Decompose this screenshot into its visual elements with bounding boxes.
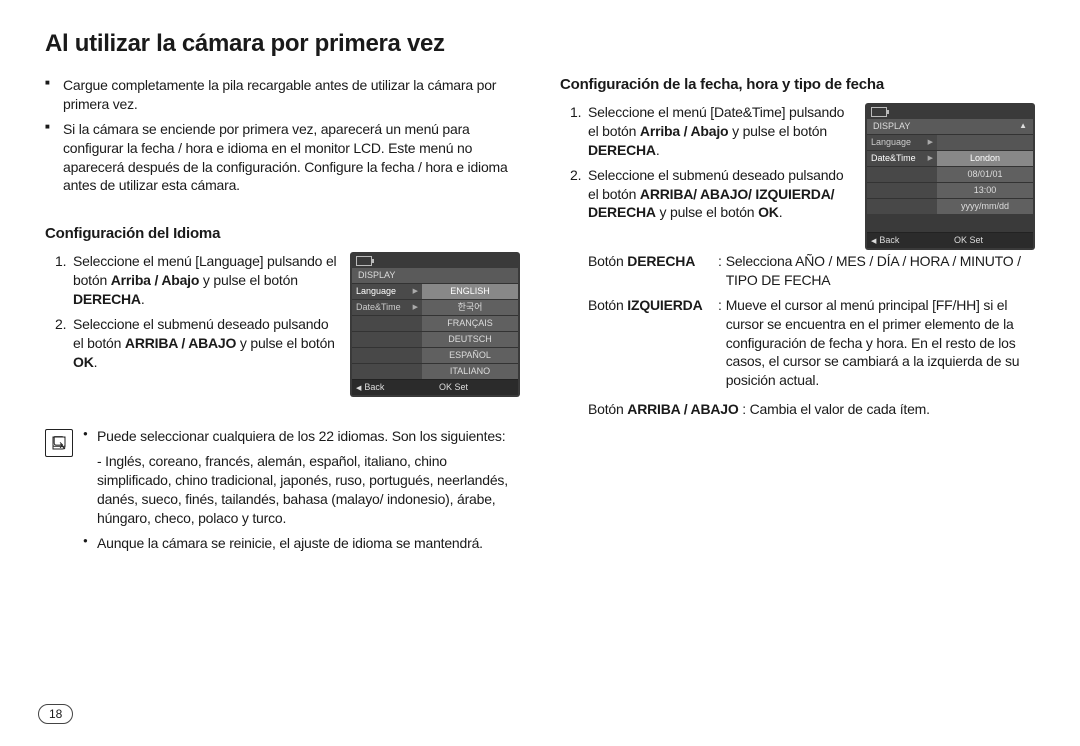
page-title: Al utilizar la cámara por primera vez (45, 30, 1035, 58)
note-icon (45, 429, 73, 457)
note-bullet-1: Puede seleccionar cualquiera de los 22 i… (83, 427, 520, 446)
right-column: Configuración de la fecha, hora y tipo d… (560, 76, 1035, 559)
date-lcd-mockup: DISPLAY▲ Language▶ Date&Time▶ London 08/… (865, 103, 1035, 250)
intro-bullet-2: Si la cámara se enciende por primera vez… (45, 120, 520, 196)
lang-step-2: Seleccione el submenú deseado pulsando e… (45, 315, 340, 372)
language-heading: Configuración del Idioma (45, 225, 520, 242)
btn-izquierda-desc: Botón IZQUIERDA : Mueve el cursor al men… (560, 296, 1035, 390)
date-step-1: Seleccione el menú [Date&Time] pulsando … (560, 103, 855, 160)
date-step-2: Seleccione el submenú deseado pulsando e… (560, 166, 855, 223)
language-lcd-mockup: DISPLAY Language▶ ENGLISH Date&Time▶ 한국어… (350, 252, 520, 397)
left-column: Cargue completamente la pila recargable … (45, 76, 520, 559)
btn-derecha-desc: Botón DERECHA : Selecciona AÑO / MES / D… (560, 252, 1035, 290)
note-bullet-2: Aunque la cámara se reinicie, el ajuste … (83, 534, 520, 553)
lang-step-1: Seleccione el menú [Language] pulsando e… (45, 252, 340, 309)
note-languages-list: - Inglés, coreano, francés, alemán, espa… (83, 452, 520, 528)
battery-icon (356, 256, 372, 266)
date-heading: Configuración de la fecha, hora y tipo d… (560, 76, 1035, 93)
btn-arriba-abajo-desc: Botón ARRIBA / ABAJO : Cambia el valor d… (560, 400, 1035, 419)
intro-bullet-1: Cargue completamente la pila recargable … (45, 76, 520, 114)
page-number: 18 (38, 704, 73, 724)
battery-icon (871, 107, 887, 117)
